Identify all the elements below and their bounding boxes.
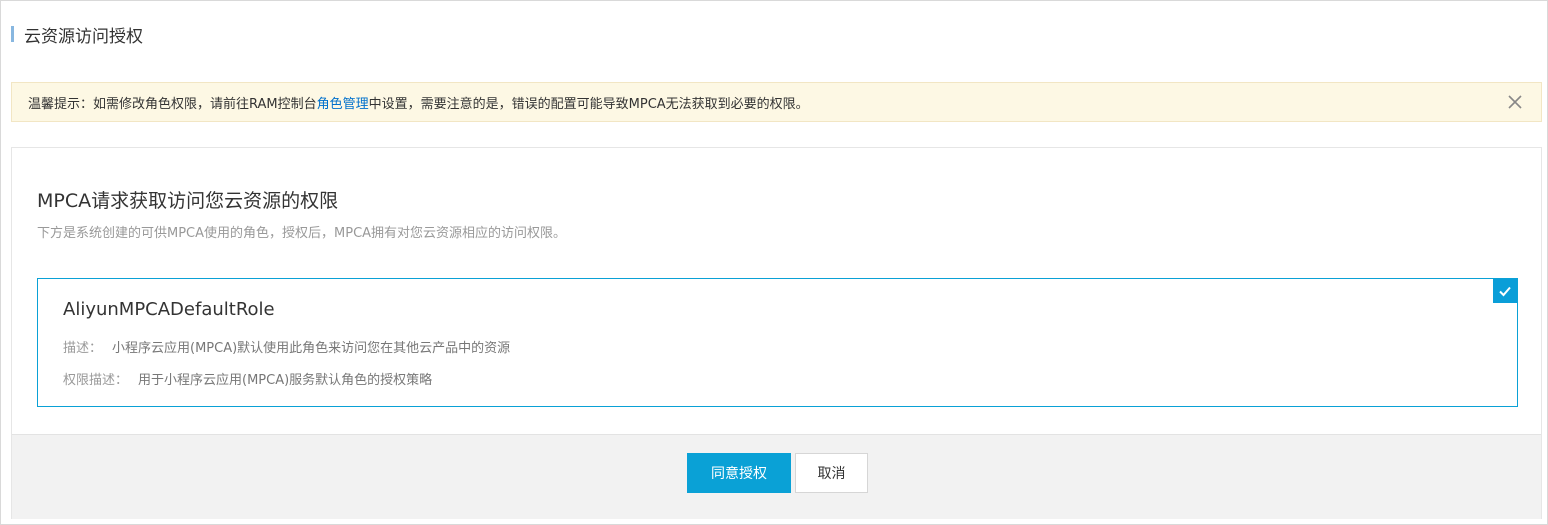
agree-authorize-button[interactable]: 同意授权 <box>687 453 791 493</box>
role-permission: 权限描述： 用于小程序云应用(MPCA)服务默认角色的授权策略 <box>63 369 432 388</box>
page-title: 云资源访问授权 <box>11 23 143 47</box>
role-name: AliyunMPCADefaultRole <box>63 299 275 320</box>
role-description-value: 小程序云应用(MPCA)默认使用此角色来访问您在其他云产品中的资源 <box>112 341 511 356</box>
notice-text-before: 温馨提示：如需修改角色权限，请前往RAM控制台 <box>28 96 317 112</box>
panel-heading: MPCA请求获取访问您云资源的权限 <box>37 190 339 212</box>
page-title-text: 云资源访问授权 <box>24 26 143 47</box>
checkmark-icon[interactable] <box>1493 279 1517 303</box>
notice-text-after: 中设置，需要注意的是，错误的配置可能导致MPCA无法获取到必要的权限。 <box>368 96 809 112</box>
notice-banner: 温馨提示：如需修改角色权限，请前往RAM控制台 角色管理 中设置，需要注意的是，错误… <box>11 82 1542 122</box>
role-management-link[interactable]: 角色管理 <box>317 93 369 112</box>
role-description: 描述： 小程序云应用(MPCA)默认使用此角色来访问您在其他云产品中的资源 <box>63 337 510 356</box>
role-description-label: 描述： <box>63 341 103 356</box>
close-icon[interactable] <box>1505 92 1525 112</box>
panel-subtitle: 下方是系统创建的可供MPCA使用的角色，授权后，MPCA拥有对您云资源相应的访问… <box>37 226 567 241</box>
page-frame: 云资源访问授权 温馨提示：如需修改角色权限，请前往RAM控制台 角色管理 中设置，需… <box>0 0 1548 525</box>
role-permission-value: 用于小程序云应用(MPCA)服务默认角色的授权策略 <box>138 373 433 388</box>
role-permission-label: 权限描述： <box>63 373 129 388</box>
cancel-button[interactable]: 取消 <box>795 453 868 493</box>
title-accent-bar <box>11 26 14 42</box>
role-card[interactable]: AliyunMPCADefaultRole 描述： 小程序云应用(MPCA)默认使… <box>37 278 1518 407</box>
action-footer: 同意授权 取消 <box>12 434 1541 519</box>
authorization-panel: MPCA请求获取访问您云资源的权限 下方是系统创建的可供MPCA使用的角色，授权… <box>11 147 1542 519</box>
